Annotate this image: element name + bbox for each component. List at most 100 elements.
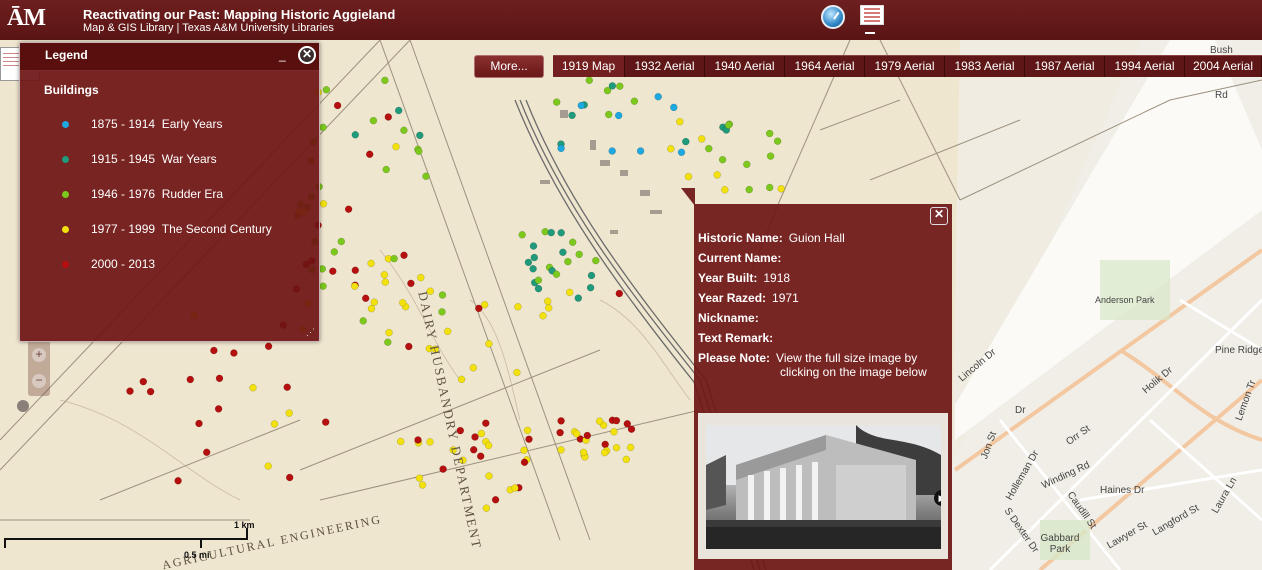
building-point[interactable]	[697, 135, 706, 143]
building-point[interactable]	[476, 452, 485, 460]
building-photo-frame[interactable]: ▶	[698, 413, 948, 559]
building-point[interactable]	[146, 387, 155, 396]
building-point[interactable]	[520, 458, 529, 467]
building-point[interactable]	[557, 229, 565, 237]
tab-2004-aerial[interactable]: 2004 Aerial	[1185, 56, 1262, 77]
building-point[interactable]	[330, 248, 339, 256]
building-point[interactable]	[214, 405, 223, 413]
building-point[interactable]	[384, 113, 393, 121]
building-point[interactable]	[568, 238, 577, 247]
building-point[interactable]	[457, 375, 466, 384]
building-point[interactable]	[586, 283, 595, 292]
building-point[interactable]	[557, 446, 565, 454]
building-point[interactable]	[608, 82, 617, 90]
building-point[interactable]	[525, 435, 533, 443]
building-point[interactable]	[471, 433, 479, 441]
building-point[interactable]	[539, 312, 547, 320]
zoom-out-button[interactable]: −	[32, 374, 46, 388]
minimize-icon[interactable]: _	[279, 48, 286, 62]
tab-1940-aerial[interactable]: 1940 Aerial	[705, 56, 785, 77]
building-point[interactable]	[568, 111, 576, 120]
building-point[interactable]	[426, 438, 434, 446]
building-point[interactable]	[518, 231, 526, 239]
building-point[interactable]	[407, 279, 415, 288]
building-point[interactable]	[414, 436, 422, 444]
tab-1994-aerial[interactable]: 1994 Aerial	[1105, 56, 1185, 77]
building-point[interactable]	[174, 477, 182, 485]
building-point[interactable]	[612, 416, 621, 425]
building-point[interactable]	[264, 462, 272, 470]
building-point[interactable]	[743, 160, 751, 169]
building-point[interactable]	[705, 144, 713, 153]
building-point[interactable]	[485, 340, 493, 348]
building-point[interactable]	[523, 426, 532, 435]
tamu-logo[interactable]: ĀM	[3, 2, 49, 40]
building-point[interactable]	[583, 431, 592, 440]
building-point[interactable]	[559, 248, 567, 257]
building-point[interactable]	[557, 417, 565, 425]
building-point[interactable]	[381, 278, 390, 286]
building-point[interactable]	[572, 430, 581, 438]
building-point[interactable]	[469, 364, 478, 372]
building-point[interactable]	[367, 259, 375, 268]
building-point[interactable]	[351, 131, 360, 139]
building-point[interactable]	[475, 304, 483, 313]
building-point[interactable]	[283, 383, 291, 391]
building-point[interactable]	[195, 419, 203, 428]
building-point[interactable]	[126, 387, 134, 395]
building-point[interactable]	[418, 481, 427, 489]
legend-toggle-icon[interactable]	[860, 5, 884, 25]
building-point[interactable]	[482, 504, 491, 512]
building-point[interactable]	[416, 131, 424, 140]
building-point[interactable]	[405, 342, 413, 351]
building-point[interactable]	[365, 150, 374, 159]
building-point[interactable]	[585, 76, 594, 85]
gauge-icon[interactable]	[821, 5, 845, 29]
legend-header[interactable]: Legend _ ✕	[20, 43, 319, 71]
building-point[interactable]	[514, 303, 522, 311]
building-point[interactable]	[627, 425, 636, 433]
building-point[interactable]	[285, 409, 293, 417]
building-point[interactable]	[390, 254, 398, 263]
building-point[interactable]	[392, 142, 400, 151]
building-point[interactable]	[682, 137, 690, 146]
building-point[interactable]	[524, 258, 533, 267]
building-point[interactable]	[351, 266, 360, 275]
building-point[interactable]	[396, 437, 405, 446]
building-point[interactable]	[670, 103, 678, 112]
building-point[interactable]	[439, 465, 447, 473]
building-point[interactable]	[329, 267, 337, 275]
building-point[interactable]	[557, 144, 565, 153]
building-point[interactable]	[249, 383, 257, 392]
building-point[interactable]	[612, 443, 621, 452]
building-point[interactable]	[721, 186, 729, 194]
building-point[interactable]	[264, 342, 273, 351]
building-point[interactable]	[676, 117, 684, 126]
building-point[interactable]	[384, 338, 392, 346]
building-point[interactable]	[400, 251, 408, 260]
building-point[interactable]	[443, 327, 452, 336]
building-point[interactable]	[202, 448, 211, 457]
building-point[interactable]	[367, 304, 376, 313]
building-point[interactable]	[369, 116, 378, 125]
building-point[interactable]	[344, 205, 353, 213]
building-point[interactable]	[622, 455, 631, 464]
building-point[interactable]	[482, 419, 490, 427]
building-point[interactable]	[385, 328, 393, 337]
building-point[interactable]	[626, 443, 635, 452]
building-point[interactable]	[398, 298, 407, 307]
building-point[interactable]	[491, 496, 500, 504]
resize-handle-icon[interactable]: ⋰	[306, 327, 316, 337]
tab-1932-aerial[interactable]: 1932 Aerial	[625, 56, 705, 77]
building-point[interactable]	[610, 428, 618, 436]
building-point[interactable]	[381, 76, 389, 85]
building-point[interactable]	[574, 294, 583, 302]
building-point[interactable]	[587, 271, 596, 280]
building-point[interactable]	[595, 417, 604, 425]
close-icon[interactable]: ✕	[930, 207, 948, 225]
building-point[interactable]	[529, 242, 538, 250]
building-point[interactable]	[614, 111, 623, 120]
building-point[interactable]	[564, 257, 572, 266]
tab-1964-aerial[interactable]: 1964 Aerial	[785, 56, 865, 77]
building-point[interactable]	[529, 265, 537, 273]
